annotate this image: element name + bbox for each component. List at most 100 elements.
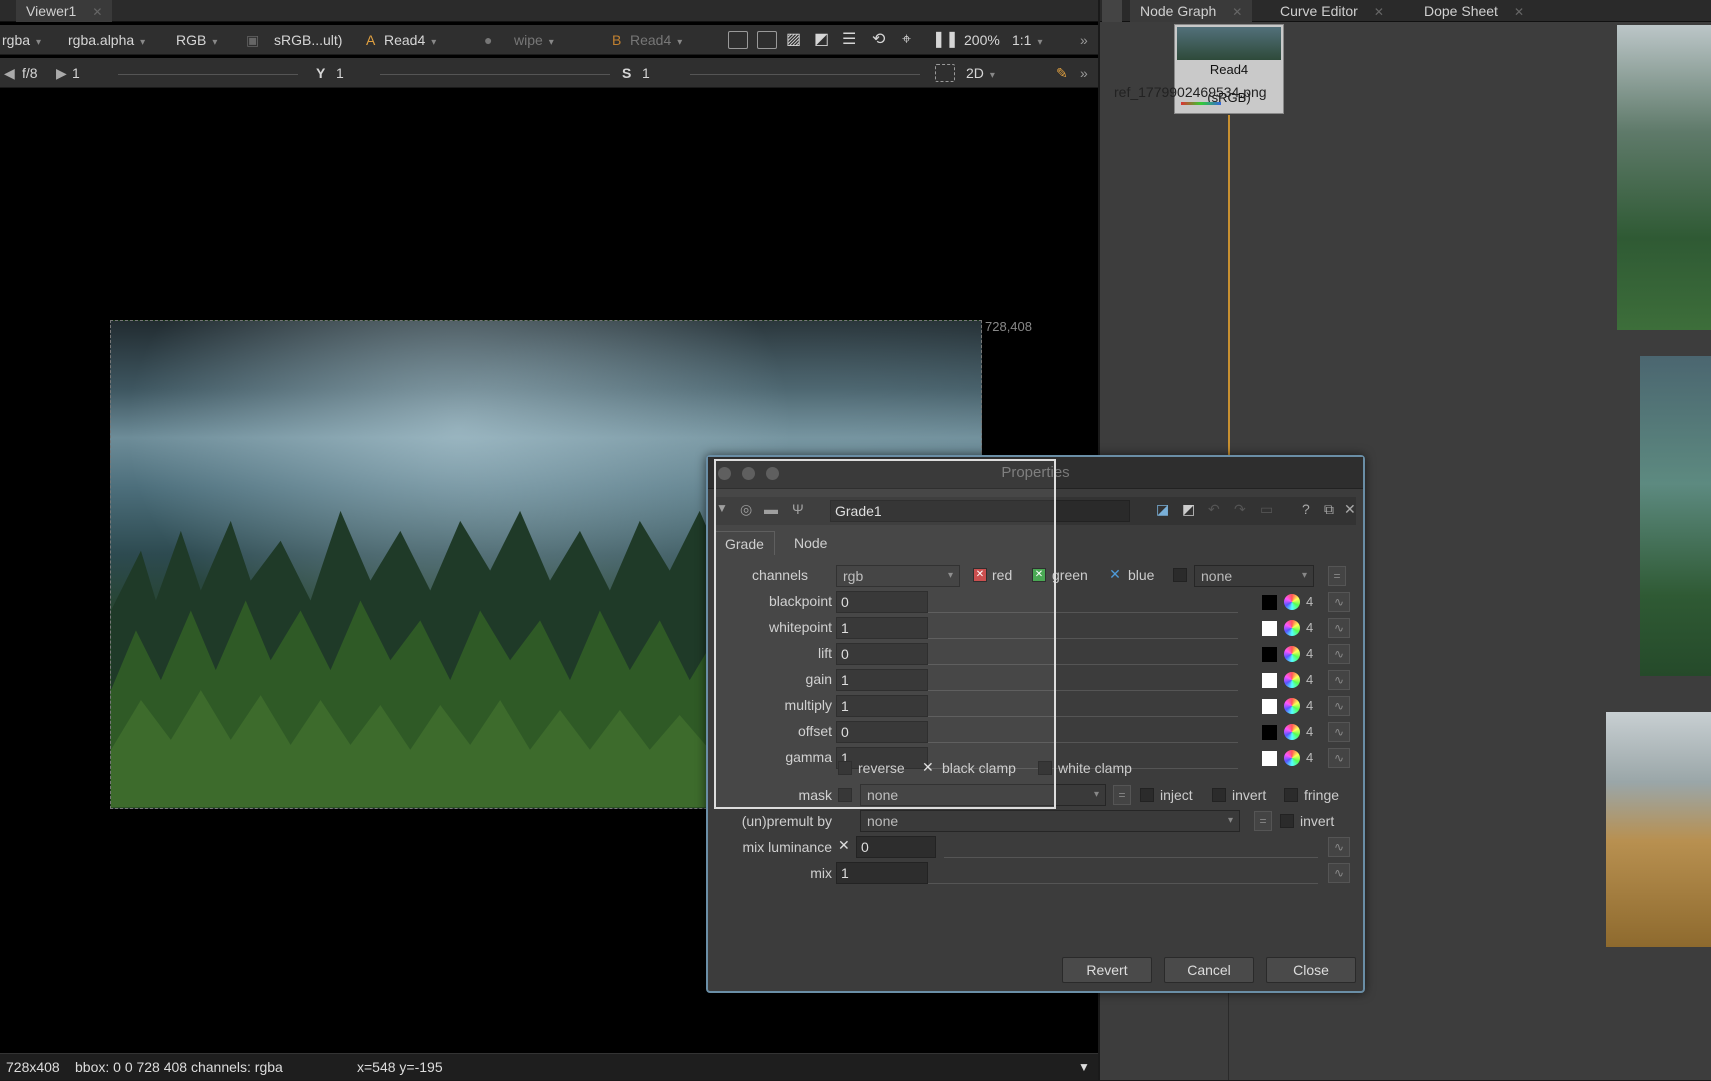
- extra-channel-checkbox[interactable]: [1173, 568, 1187, 582]
- reference-thumb-2[interactable]: [1640, 356, 1711, 676]
- param-color-swatch[interactable]: [1262, 621, 1277, 636]
- chevron-down-icon[interactable]: »: [1080, 29, 1088, 51]
- display-dropdown[interactable]: RGB: [176, 29, 217, 51]
- black-clamp-checkbox[interactable]: ✕: [922, 759, 934, 776]
- zoom-level[interactable]: 200%: [964, 29, 1000, 51]
- mix-slider[interactable]: [928, 862, 1318, 884]
- channel-count-button[interactable]: 4: [1306, 620, 1313, 635]
- curve-icon[interactable]: ∿: [1328, 644, 1350, 664]
- channel-count-button[interactable]: 4: [1306, 594, 1313, 609]
- param-value-field[interactable]: 1: [836, 695, 928, 717]
- inject-checkbox[interactable]: [1140, 788, 1154, 802]
- s-value[interactable]: 1: [642, 62, 650, 84]
- properties-titlebar[interactable]: Properties: [708, 457, 1363, 489]
- param-value-field[interactable]: 0: [836, 643, 928, 665]
- color-wheel-icon[interactable]: [1284, 672, 1300, 688]
- frame-icon[interactable]: [757, 31, 777, 49]
- premult-dropdown[interactable]: none: [860, 810, 1240, 832]
- tab-node[interactable]: Node: [784, 531, 837, 555]
- tab-viewer1[interactable]: Viewer1 ✕: [16, 0, 113, 22]
- mix-field[interactable]: 1: [836, 862, 928, 884]
- param-slider[interactable]: [928, 695, 1238, 717]
- param-color-swatch[interactable]: [1262, 725, 1277, 740]
- revert-button[interactable]: Revert: [1062, 957, 1152, 983]
- param-value-field[interactable]: 1: [836, 669, 928, 691]
- input-b-dropdown[interactable]: Read4: [630, 29, 682, 51]
- copy-icon[interactable]: ▭: [1260, 501, 1273, 518]
- color-wheel-icon[interactable]: [1284, 646, 1300, 662]
- mask-invert-checkbox[interactable]: [1212, 788, 1226, 802]
- param-color-swatch[interactable]: [1262, 647, 1277, 662]
- next-icon[interactable]: ▶: [56, 62, 67, 84]
- read4-node[interactable]: Read4 (sRGB): [1174, 24, 1284, 114]
- close-icon[interactable]: ✕: [1232, 5, 1242, 19]
- forward-icon[interactable]: ↷: [1234, 501, 1246, 518]
- white-clamp-checkbox[interactable]: [1038, 761, 1052, 775]
- mix-curve-icon[interactable]: ∿: [1328, 863, 1350, 883]
- param-slider[interactable]: [928, 669, 1238, 691]
- channel-count-button[interactable]: 4: [1306, 724, 1313, 739]
- channel-count-button[interactable]: 4: [1306, 750, 1313, 765]
- overlay-icon[interactable]: ◩: [814, 29, 829, 51]
- channel-count-button[interactable]: 4: [1306, 672, 1313, 687]
- channel-count-button[interactable]: 4: [1306, 646, 1313, 661]
- mask-checkbox[interactable]: [838, 788, 852, 802]
- saturation-slider[interactable]: [690, 74, 920, 75]
- float-icon[interactable]: ⧉: [1324, 501, 1334, 518]
- tab-dope-sheet[interactable]: Dope Sheet ✕: [1414, 0, 1534, 22]
- fringe-checkbox[interactable]: [1284, 788, 1298, 802]
- color-wheel-icon[interactable]: [1284, 620, 1300, 636]
- gamma-slider[interactable]: [380, 74, 610, 75]
- color-wheel-icon[interactable]: [1284, 698, 1300, 714]
- target-icon[interactable]: ⌖: [902, 29, 911, 51]
- lut-dropdown[interactable]: sRGB...ult): [274, 29, 342, 51]
- revert-icon[interactable]: ◩: [1182, 501, 1195, 518]
- param-color-swatch[interactable]: [1262, 751, 1277, 766]
- mix-luminance-field[interactable]: 0: [856, 836, 936, 858]
- param-value-field[interactable]: 1: [836, 617, 928, 639]
- back-icon[interactable]: ↶: [1208, 501, 1220, 518]
- reference-thumb-3[interactable]: [1606, 712, 1711, 947]
- param-slider[interactable]: [928, 617, 1238, 639]
- close-icon[interactable]: ✕: [1374, 5, 1384, 19]
- mix-luminance-slider[interactable]: [944, 836, 1318, 858]
- premult-invert-checkbox[interactable]: [1280, 814, 1294, 828]
- mask-dropdown[interactable]: none: [860, 784, 1106, 806]
- mode-dropdown[interactable]: 2D: [966, 62, 995, 84]
- chevron-down-icon[interactable]: »: [1080, 62, 1088, 84]
- properties-dialog[interactable]: Properties ▼ ◎ ▬ Ψ ◪ ◩ ↶ ↷ ▭ ? ⧉ ✕ Grade…: [706, 455, 1365, 993]
- tab-grade[interactable]: Grade: [714, 531, 775, 555]
- color-wheel-icon[interactable]: [1284, 724, 1300, 740]
- pin-icon[interactable]: Ψ: [792, 501, 804, 517]
- param-color-swatch[interactable]: [1262, 699, 1277, 714]
- gain-slider[interactable]: [118, 74, 298, 75]
- color-wheel-icon[interactable]: [1284, 750, 1300, 766]
- red-checkbox[interactable]: ✕: [973, 568, 987, 582]
- chevron-down-icon[interactable]: ▼: [1078, 1054, 1090, 1081]
- node-color-icon[interactable]: ◎: [740, 501, 752, 518]
- fstop-value[interactable]: f/8: [22, 62, 38, 84]
- param-color-swatch[interactable]: [1262, 673, 1277, 688]
- lock-icon[interactable]: ▣: [246, 29, 259, 51]
- close-icon[interactable]: ✕: [92, 5, 102, 19]
- collapse-icon[interactable]: ▼: [716, 501, 728, 515]
- tab-node-graph[interactable]: Node Graph ✕: [1130, 0, 1253, 22]
- param-value-field[interactable]: 0: [836, 721, 928, 743]
- center-icon[interactable]: ▬: [764, 501, 778, 517]
- curve-icon[interactable]: ∿: [1328, 696, 1350, 716]
- help-icon[interactable]: ?: [1302, 501, 1310, 517]
- channels-dropdown[interactable]: rgb: [836, 565, 960, 587]
- channels-dropdown[interactable]: rgba: [2, 29, 41, 51]
- ratio-dropdown[interactable]: 1:1: [1012, 29, 1043, 51]
- lines-icon[interactable]: ☰: [842, 29, 856, 51]
- link-button[interactable]: =: [1328, 566, 1346, 586]
- refresh-icon[interactable]: ⟲: [872, 29, 885, 51]
- close-icon[interactable]: ✕: [1514, 5, 1524, 19]
- premult-link-button[interactable]: =: [1254, 811, 1272, 831]
- channel-count-button[interactable]: 4: [1306, 698, 1313, 713]
- wipe-icon[interactable]: ●: [484, 29, 492, 51]
- checker-icon[interactable]: ▨: [786, 29, 801, 51]
- reverse-checkbox[interactable]: [838, 761, 852, 775]
- alpha-dropdown[interactable]: rgba.alpha: [68, 29, 145, 51]
- undo-icon[interactable]: ◪: [1156, 501, 1169, 518]
